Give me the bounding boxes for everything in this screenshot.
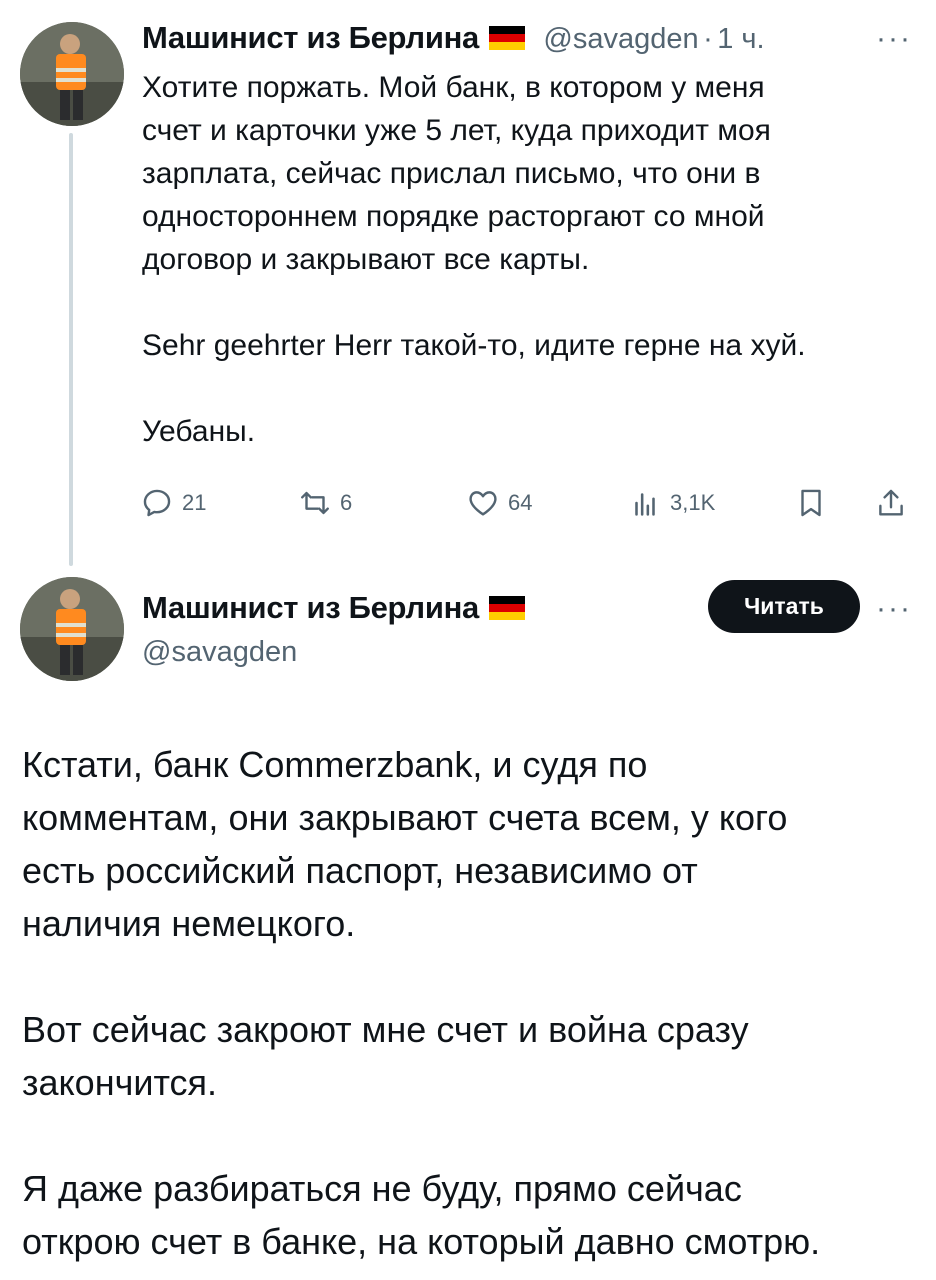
author-handle[interactable]: @savagden	[142, 636, 297, 669]
text-line: Хотите поржать. Мой банк, в котором у ме…	[142, 71, 765, 104]
thread-line	[69, 133, 73, 566]
text-line: наличия немецкого.	[22, 903, 356, 944]
more-options-icon[interactable]: ···	[876, 592, 912, 626]
tweet1-header: Машинист из Берлина @savagden · 1 ч.	[142, 20, 765, 56]
tweet-actions: 21 6 64 3,1K	[140, 486, 920, 526]
text-line: Вот сейчас закроют мне счет и война сраз…	[22, 1009, 749, 1050]
repost-count: 6	[340, 490, 353, 515]
like-count: 64	[508, 490, 533, 515]
share-button[interactable]	[874, 486, 916, 520]
more-options-icon[interactable]: ···	[876, 22, 912, 56]
repost-icon	[301, 491, 329, 515]
views-icon	[635, 493, 655, 516]
text-line: счет и карточки уже 5 лет, куда приходит…	[142, 114, 771, 147]
share-icon	[879, 489, 903, 516]
like-button[interactable]: 64	[466, 486, 532, 520]
tweet1-text: Хотите поржать. Мой банк, в котором у ме…	[142, 66, 922, 453]
germany-flag-icon	[488, 26, 525, 50]
author-name[interactable]: Машинист из Берлина	[142, 20, 479, 55]
bookmark-button[interactable]	[794, 486, 836, 520]
author-name[interactable]: Машинист из Берлина	[142, 590, 479, 625]
views-button[interactable]: 3,1K	[628, 486, 715, 520]
reply-button[interactable]: 21	[140, 486, 206, 520]
text-line: комментам, они закрывают счета всем, у к…	[22, 797, 788, 838]
avatar[interactable]	[20, 22, 124, 126]
text-line: Я даже разбираться не буду, прямо сейчас	[22, 1168, 742, 1209]
text-line: Sehr geehrter Herr такой-то, идите герне…	[142, 329, 806, 362]
repost-button[interactable]: 6	[298, 486, 352, 520]
views-count: 3,1K	[670, 490, 716, 515]
bookmark-icon	[801, 489, 821, 517]
tweet2-text: Кстати, банк Commerzbank, и судя по комм…	[22, 738, 922, 1268]
text-line: договор и закрывают все карты.	[142, 243, 590, 276]
reply-icon	[143, 489, 171, 517]
reply-count: 21	[182, 490, 207, 515]
tweet2-header: Машинист из Берлина	[142, 590, 525, 626]
text-line: открою счет в банке, на который давно см…	[22, 1221, 821, 1262]
author-handle[interactable]: @savagden	[543, 23, 698, 55]
separator: ·	[703, 23, 713, 55]
timestamp[interactable]: 1 ч.	[717, 23, 764, 55]
text-line: есть российский паспорт, независимо от	[22, 850, 698, 891]
avatar[interactable]	[20, 577, 124, 681]
text-line: одностороннем порядке расторгают со мной	[142, 200, 765, 233]
text-line: зарплата, сейчас прислал письмо, что они…	[142, 157, 761, 190]
text-line: Уебаны.	[142, 415, 256, 448]
text-line: закончится.	[22, 1062, 218, 1103]
like-icon	[469, 491, 497, 516]
germany-flag-icon	[488, 596, 525, 620]
follow-button[interactable]: Читать	[708, 580, 860, 633]
text-line: Кстати, банк Commerzbank, и судя по	[22, 744, 648, 785]
